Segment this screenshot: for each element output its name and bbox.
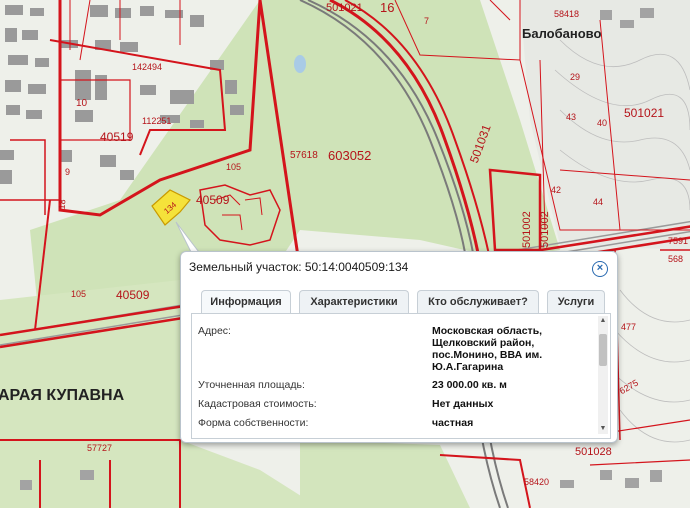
- field-label-cadastral-cost: Кадастровая стоимость:: [198, 398, 317, 410]
- place-label-kupavna: АРАЯ КУПАВНА: [0, 387, 125, 404]
- parcel-label: 105: [71, 289, 86, 299]
- parcel-label: 501021: [326, 2, 363, 14]
- parcel-label: 40509: [116, 288, 150, 302]
- parcel-label: 501002: [521, 211, 533, 248]
- parcel-label: 7591: [668, 236, 688, 246]
- parcel-label: 9: [65, 167, 70, 177]
- parcel-label: 142494: [132, 62, 162, 72]
- scroll-down-icon[interactable]: ▼: [599, 425, 607, 433]
- parcel-label: 40: [597, 118, 607, 128]
- scroll-up-icon[interactable]: ▲: [599, 317, 607, 325]
- tab-who-serves[interactable]: Кто обслуживает?: [417, 290, 539, 313]
- info-panel: Адрес: Московская область, Щелковский ра…: [191, 313, 611, 439]
- parcel-label: 44: [593, 197, 603, 207]
- parcel-label: 43: [566, 112, 576, 122]
- parcel-label: 7: [424, 16, 429, 26]
- parcel-label: 10: [76, 98, 88, 109]
- parcel-label: 568: [668, 254, 683, 264]
- parcel-label: 29: [570, 72, 580, 82]
- place-label-balobanovo: Балобаново: [522, 26, 601, 41]
- pond: [294, 55, 306, 73]
- parcel-label: 112251: [142, 116, 171, 126]
- field-value-cadastral-cost: Нет данных: [432, 398, 494, 410]
- scroll-thumb[interactable]: [599, 334, 607, 366]
- parcel-label: 16: [380, 0, 394, 15]
- popup-title: Земельный участок: 50:14:0040509:134: [189, 260, 409, 274]
- parcel-label: 501028: [575, 446, 612, 458]
- parcel-label: 501002: [539, 211, 551, 248]
- tab-services[interactable]: Услуги: [547, 290, 605, 313]
- parcel-label: 501021: [624, 106, 664, 120]
- parcel-label: 105: [226, 162, 241, 172]
- parcel-label: 57727: [87, 443, 112, 453]
- tab-information[interactable]: Информация: [201, 290, 291, 314]
- parcel-label: 40509: [196, 193, 230, 207]
- parcel-label: 603052: [328, 148, 371, 163]
- parcel-label: 42: [551, 185, 561, 195]
- tab-characteristics[interactable]: Характеристики: [299, 290, 409, 313]
- parcel-label: 40519: [100, 130, 134, 144]
- panel-scrollbar[interactable]: ▲ ▼: [598, 316, 608, 434]
- parcel-label: 58418: [554, 9, 579, 19]
- parcel-label: 57618: [290, 150, 318, 161]
- field-label-area: Уточненная площадь:: [198, 379, 305, 391]
- field-value-ownership: частная: [432, 417, 474, 429]
- field-label-ownership: Форма собственности:: [198, 417, 309, 429]
- field-value-area: 23 000.00 кв. м: [432, 379, 507, 391]
- field-label-address: Адрес:: [198, 325, 231, 337]
- field-value-address: Московская область, Щелковский район, по…: [432, 325, 543, 373]
- parcel-label: 18: [57, 199, 68, 210]
- close-icon[interactable]: ×: [592, 261, 608, 277]
- parcel-label: 477: [621, 322, 636, 332]
- parcel-label: 58420: [524, 477, 549, 487]
- parcel-info-popup[interactable]: Земельный участок: 50:14:0040509:134 × И…: [180, 251, 618, 443]
